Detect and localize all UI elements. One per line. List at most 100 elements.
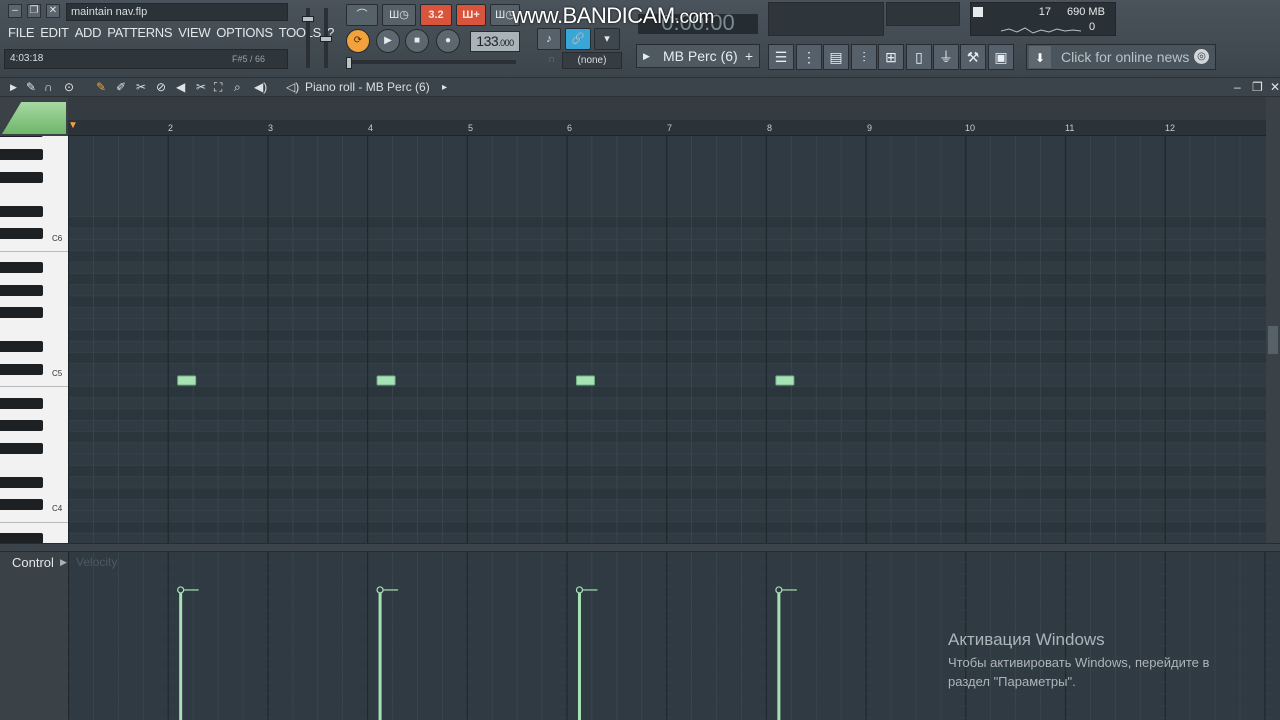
metronome-button[interactable]: ⌒ bbox=[346, 4, 378, 26]
snap-button[interactable]: 3.2 bbox=[420, 4, 452, 26]
polyphony-value: 0 bbox=[1089, 21, 1096, 33]
menu-tools[interactable]: TOOLS bbox=[279, 25, 322, 41]
stop-button[interactable]: ■ bbox=[405, 29, 429, 53]
step-edit-icon[interactable]: ♪ bbox=[537, 28, 561, 50]
piano-roll-title: Piano roll - MB Perc (6) bbox=[305, 80, 430, 94]
activation-line1: Чтобы активировать Windows, перейдите в bbox=[948, 655, 1210, 670]
control-arrow-icon[interactable]: ▶ bbox=[60, 557, 67, 568]
link-icon[interactable]: 🔗 bbox=[565, 28, 591, 50]
vertical-scroll-thumb[interactable] bbox=[1268, 326, 1278, 354]
slip-tool-icon[interactable]: ◀ bbox=[176, 80, 185, 94]
black-key[interactable] bbox=[0, 136, 43, 138]
main-menu: FILE EDIT ADD PATTERNS VIEW OPTIONS TOOL… bbox=[8, 25, 334, 41]
playback-icon[interactable]: ⊙ bbox=[64, 80, 74, 94]
black-key[interactable] bbox=[0, 533, 43, 543]
menu-file[interactable]: FILE bbox=[8, 25, 35, 41]
black-key[interactable] bbox=[0, 476, 43, 488]
snap-magnet-icon[interactable]: ∩ bbox=[44, 80, 53, 94]
playhead-marker-icon[interactable]: ▼ bbox=[68, 120, 78, 131]
lane-splitter[interactable] bbox=[0, 543, 1280, 552]
typing-keyboard-button[interactable]: Ш◷ bbox=[382, 4, 416, 26]
control-label[interactable]: Control bbox=[12, 555, 54, 570]
pattern-arrow-icon[interactable]: ▶ bbox=[643, 45, 650, 67]
menu-view[interactable]: VIEW bbox=[178, 25, 210, 41]
loop-record-icon[interactable]: ⟳ bbox=[346, 29, 370, 53]
bar-number: 2 bbox=[168, 123, 174, 133]
menu-edit[interactable]: EDIT bbox=[40, 25, 69, 41]
horizontal-scrollbar[interactable] bbox=[68, 97, 1266, 120]
speaker-icon[interactable]: ◁) bbox=[286, 80, 299, 94]
menu-add[interactable]: ADD bbox=[75, 25, 102, 41]
piano-keyboard[interactable]: C6 C5 C4 bbox=[0, 136, 68, 543]
record-button[interactable]: ● bbox=[436, 29, 460, 53]
project-info-icon[interactable]: ▯ bbox=[906, 44, 932, 70]
velocity-handle bbox=[177, 586, 185, 594]
window-icon[interactable]: ▣ bbox=[988, 44, 1014, 70]
black-key[interactable] bbox=[0, 363, 43, 375]
paint-icon[interactable]: ✐ bbox=[116, 80, 126, 94]
plugin-icon[interactable]: ⏚ bbox=[933, 44, 959, 70]
black-key[interactable] bbox=[0, 171, 43, 183]
octave-divider bbox=[0, 386, 68, 388]
playlist-icon[interactable]: ☰ bbox=[768, 44, 794, 70]
recording-dropdown-icon[interactable]: ▾ bbox=[594, 28, 620, 50]
pencil-icon[interactable]: ✎ bbox=[96, 80, 106, 94]
add-pattern-icon[interactable]: + bbox=[745, 45, 753, 67]
piano-roll-icon[interactable]: ⋮ bbox=[796, 44, 822, 70]
bar-number: 10 bbox=[965, 123, 976, 133]
menu-patterns[interactable]: PATTERNS bbox=[107, 25, 172, 41]
delete-tool-icon[interactable]: ✂ bbox=[136, 80, 146, 94]
black-key[interactable] bbox=[0, 307, 43, 319]
note-grid[interactable] bbox=[68, 136, 1266, 543]
restore-icon[interactable]: ❐ bbox=[27, 4, 41, 18]
position-slider[interactable] bbox=[346, 60, 516, 64]
black-key[interactable] bbox=[0, 341, 43, 353]
browser-icon[interactable]: ⊞ bbox=[878, 44, 904, 70]
minimize-icon[interactable]: – bbox=[8, 4, 22, 18]
black-key[interactable] bbox=[0, 420, 43, 432]
velocity-lane-name: Velocity bbox=[76, 555, 118, 569]
black-key[interactable] bbox=[0, 499, 43, 511]
zoom-tool-icon[interactable]: ⌕ bbox=[234, 80, 241, 95]
pattern-mode-button[interactable]: Ш+ bbox=[456, 4, 486, 26]
menu-options[interactable]: OPTIONS bbox=[216, 25, 273, 41]
velocity-handle bbox=[575, 586, 584, 594]
options-arrow-icon[interactable]: ▶ bbox=[10, 82, 17, 93]
channel-rack-icon[interactable]: ▤ bbox=[823, 44, 849, 70]
close-icon[interactable]: ✕ bbox=[46, 4, 60, 18]
master-pitch-handle[interactable] bbox=[320, 36, 332, 42]
title-arrow-icon[interactable]: ▸ bbox=[442, 82, 447, 93]
position-handle[interactable] bbox=[346, 57, 352, 69]
pr-minimize-icon[interactable]: – bbox=[1234, 80, 1241, 94]
velocity-bar bbox=[777, 589, 781, 720]
black-key[interactable] bbox=[0, 442, 43, 454]
bar-number: 4 bbox=[368, 123, 374, 133]
recording-target-select[interactable]: (none) bbox=[562, 52, 622, 69]
playback-tool-icon[interactable]: ◀) bbox=[254, 80, 267, 94]
black-key[interactable] bbox=[0, 397, 43, 409]
black-key[interactable] bbox=[0, 205, 43, 217]
pattern-selector[interactable]: ▶ MB Perc (6) + bbox=[636, 44, 760, 68]
black-key[interactable] bbox=[0, 228, 43, 240]
tools-icon[interactable]: ⚒ bbox=[960, 44, 986, 70]
black-key[interactable] bbox=[0, 149, 43, 160]
bar-number: 5 bbox=[468, 123, 474, 133]
magnet-icon[interactable]: ✎ bbox=[26, 80, 36, 94]
pattern-name: MB Perc (6) bbox=[663, 48, 738, 64]
slice-tool-icon[interactable]: ✂ bbox=[196, 80, 206, 94]
pr-maximize-icon[interactable]: ❐ bbox=[1252, 80, 1263, 94]
play-button[interactable]: ▶ bbox=[376, 29, 400, 53]
master-volume-handle[interactable] bbox=[302, 16, 314, 22]
download-icon[interactable]: ⬇ bbox=[1029, 46, 1051, 68]
windows-activation-watermark: Активация Windows Чтобы активировать Win… bbox=[948, 630, 1209, 691]
tempo-display[interactable]: 133.000 bbox=[470, 31, 520, 52]
black-key[interactable] bbox=[0, 262, 43, 273]
timeline-ruler[interactable]: 2 3 4 5 6 7 8 9 10 11 12 ▼ bbox=[68, 120, 1266, 136]
select-tool-icon[interactable]: ⛶ bbox=[214, 80, 222, 95]
mute-tool-icon[interactable]: ⊘ bbox=[156, 80, 166, 94]
pr-close-icon[interactable]: ✕ bbox=[1270, 80, 1280, 94]
mixer-icon[interactable]: ⫶ bbox=[851, 44, 877, 70]
headphone-icon: ∩ bbox=[548, 54, 556, 65]
black-key[interactable] bbox=[0, 284, 43, 296]
online-news-button[interactable]: ⬇ Click for online news ◎ bbox=[1026, 44, 1216, 70]
